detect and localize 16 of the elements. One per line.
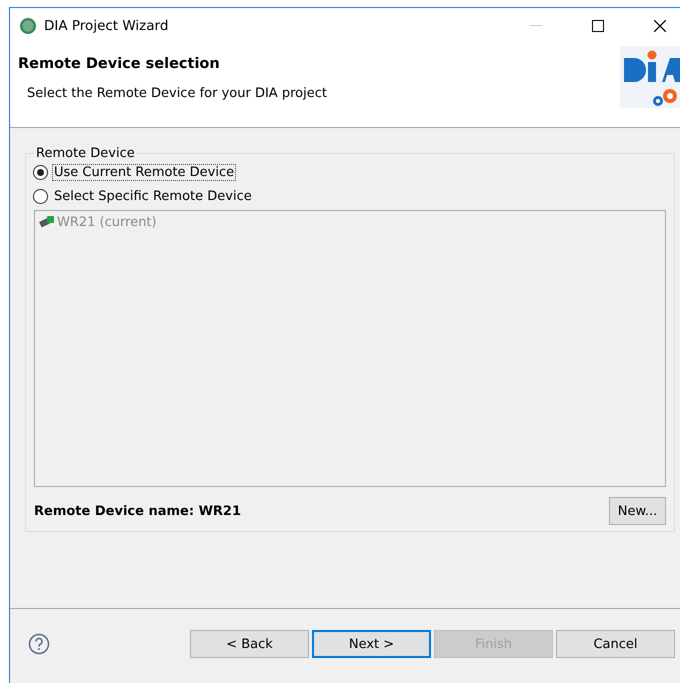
maximize-icon[interactable] — [592, 20, 604, 32]
dialog-button[interactable]: Cancel — [556, 630, 675, 658]
new-button[interactable]: New... — [609, 497, 666, 526]
window-title: DIA Project Wizard — [44, 18, 168, 34]
device-name-label: Remote Device name: WR21 — [34, 504, 242, 519]
dialog-button[interactable]: < Back — [190, 630, 309, 658]
radio-option[interactable]: Select Specific Remote Device — [33, 184, 666, 208]
page-description: Select the Remote Device for your DIA project — [27, 86, 328, 101]
radio-option[interactable]: Use Current Remote Device — [33, 161, 666, 184]
page-title: Remote Device selection — [18, 56, 221, 72]
close-icon[interactable] — [654, 20, 666, 32]
dialog-button[interactable]: Next > — [312, 630, 431, 658]
chip-icon — [39, 215, 55, 230]
app-icon — [20, 18, 36, 34]
group-title: Remote Device — [35, 146, 136, 161]
help-icon[interactable] — [28, 633, 50, 655]
